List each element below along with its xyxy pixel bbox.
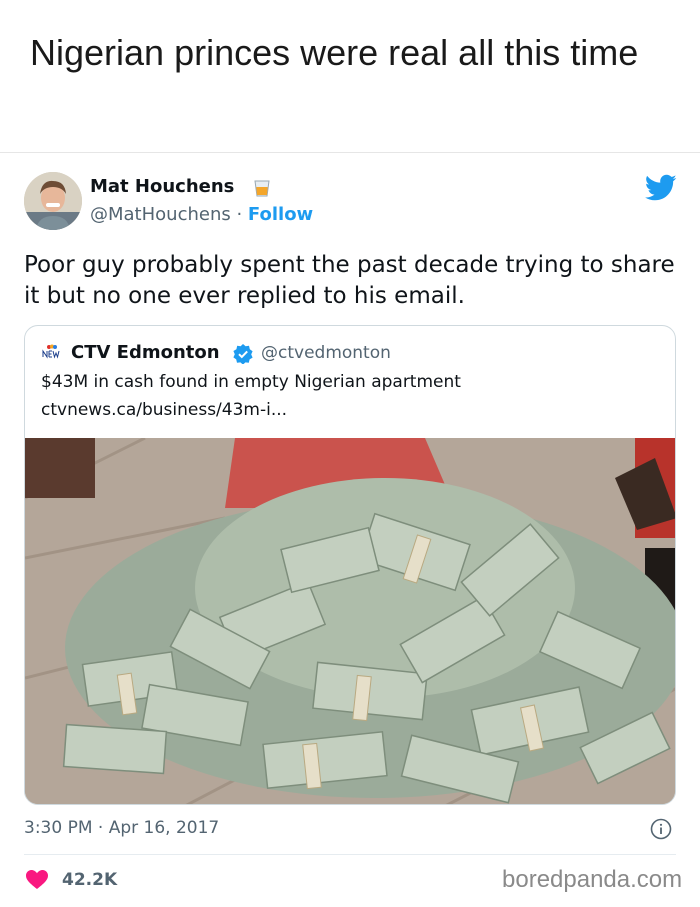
heart-icon[interactable] (26, 870, 48, 890)
post-header: Nigerian princes were real all this time (0, 0, 700, 153)
divider (24, 854, 676, 855)
card-source-handle[interactable]: @ctvedmonton (261, 343, 391, 363)
author-handle[interactable]: @MatHouchens (90, 204, 231, 225)
quoted-tweet-card[interactable]: CTV Edmonton @ctvedmonton $43M in cash f… (24, 325, 676, 805)
ctv-news-logo-icon (42, 344, 62, 359)
tweet-timestamp[interactable]: 3:30 PM · Apr 16, 2017 (24, 818, 219, 838)
card-title[interactable]: $43M in cash found in empty Nigerian apa… (41, 372, 461, 392)
like-count[interactable]: 42.2K (62, 870, 117, 890)
tumbler-glass-icon (254, 180, 270, 197)
watermark: boredpanda.com (502, 866, 683, 893)
author-name[interactable]: Mat Houchens (90, 176, 234, 197)
cash-pile-image[interactable] (25, 438, 676, 805)
card-source-name[interactable]: CTV Edmonton (71, 342, 220, 363)
twitter-bird-icon[interactable] (645, 174, 677, 202)
separator-dot: · (230, 204, 248, 225)
tweet-text: Poor guy probably spent the past decade … (24, 252, 675, 309)
page-title: Nigerian princes were real all this time (30, 32, 639, 73)
info-icon[interactable] (650, 818, 672, 840)
tweet-embed: Mat Houchens @MatHouchens · Follow Poor … (0, 154, 700, 907)
follow-button[interactable]: Follow (248, 204, 313, 225)
verified-badge-icon (233, 344, 253, 364)
card-url[interactable]: ctvnews.ca/business/43m-i... (41, 400, 287, 420)
avatar[interactable] (24, 172, 82, 230)
author-handle-row: @MatHouchens · Follow (90, 204, 313, 225)
